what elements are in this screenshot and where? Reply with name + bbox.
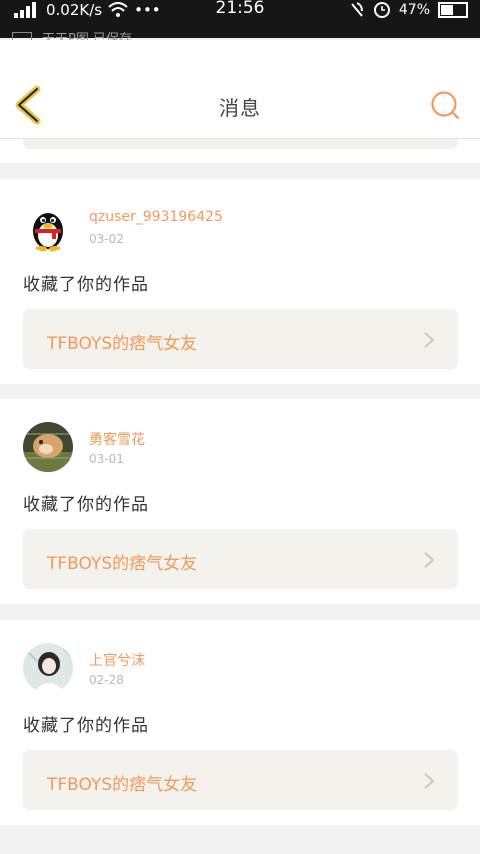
previous-card-tail [0,139,480,163]
battery-percent: 47% [398,2,430,18]
action-text: 收藏了你的作品 [23,275,149,295]
message-card: 上官兮沫 02-28 收藏了你的作品 TFBOYS的痞气女友 [0,620,480,825]
image-icon [12,32,32,40]
qq-penguin-icon [23,202,73,252]
username[interactable]: 上官兮沫 [89,650,145,670]
notification-strip: 天天P图 已保存 [0,24,480,40]
work-link[interactable]: TFBOYS的痞气女友 [23,309,458,369]
status-right: 47% [349,0,470,20]
alarm-icon [373,2,390,18]
previous-work-link[interactable] [23,139,458,149]
hamster-photo-icon [23,422,73,472]
girl-photo-icon [23,643,73,693]
username[interactable]: 勇客雪花 [89,429,145,449]
chevron-right-icon [424,332,435,348]
action-text: 收藏了你的作品 [23,495,149,515]
work-link[interactable]: TFBOYS的痞气女友 [23,750,458,810]
app-bar: 消息 [0,40,480,139]
avatar[interactable] [23,643,73,693]
page-title: 消息 [219,96,261,120]
search-icon[interactable] [430,90,460,120]
notification-text: 天天P图 已保存 [42,32,132,40]
work-title: TFBOYS的痞气女友 [47,334,198,354]
message-date: 03-02 [89,232,124,246]
work-title: TFBOYS的痞气女友 [47,775,198,795]
message-date: 02-28 [89,673,124,687]
work-link[interactable]: TFBOYS的痞气女友 [23,529,458,589]
mute-icon [351,2,363,17]
message-card: 勇客雪花 03-01 收藏了你的作品 TFBOYS的痞气女友 [0,399,480,604]
action-text: 收藏了你的作品 [23,716,149,736]
message-date: 03-01 [89,452,124,466]
chevron-right-icon [424,552,435,568]
avatar[interactable] [23,422,73,472]
battery-icon [438,2,468,18]
message-card: qzuser_993196425 03-02 收藏了你的作品 TFBOYS的痞气… [0,179,480,384]
chevron-right-icon [424,773,435,789]
avatar[interactable] [23,202,73,252]
username[interactable]: qzuser_993196425 [89,209,223,225]
work-title: TFBOYS的痞气女友 [47,554,198,574]
